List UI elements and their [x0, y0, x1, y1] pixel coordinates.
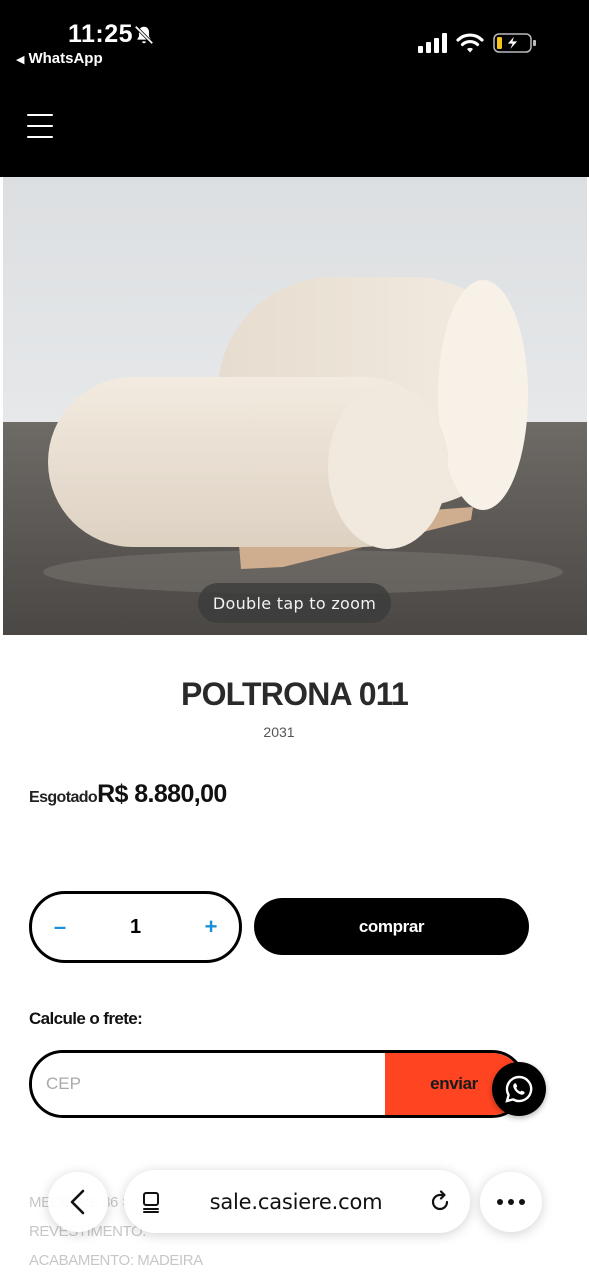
- product-sku: 2031: [263, 724, 295, 740]
- product-price: R$ 8.880,00: [97, 780, 227, 808]
- increment-button[interactable]: +: [203, 914, 219, 940]
- tabs-icon[interactable]: [140, 1190, 164, 1214]
- reload-icon[interactable]: [428, 1189, 452, 1214]
- address-bar[interactable]: sale.casiere.com: [124, 1170, 470, 1233]
- product-title: POLTRONA 011: [181, 676, 409, 712]
- whatsapp-button[interactable]: [492, 1062, 546, 1116]
- spec-finish: ACABAMENTO: MADEIRA: [29, 1252, 203, 1269]
- back-app-label: WhatsApp: [28, 50, 103, 67]
- cep-input[interactable]: [32, 1053, 385, 1115]
- armchair-photo: [3, 177, 587, 635]
- bell-slash-icon: [134, 25, 154, 45]
- sold-out-label: Esgotado: [29, 789, 98, 806]
- battery-charging-icon: [493, 33, 536, 53]
- top-bar: 11:25 ◀ WhatsApp: [0, 0, 589, 177]
- back-triangle-icon: ◀: [16, 54, 25, 66]
- url-text[interactable]: sale.casiere.com: [164, 1190, 428, 1214]
- buy-button[interactable]: comprar: [254, 898, 529, 955]
- zoom-hint: Double tap to zoom: [198, 583, 391, 623]
- more-options-button[interactable]: [480, 1172, 542, 1232]
- status-time: 11:25: [68, 20, 134, 48]
- browser-back-button[interactable]: [48, 1172, 108, 1232]
- wifi-icon: [456, 33, 484, 53]
- back-chevron-icon: [70, 1189, 85, 1215]
- signal-icon: [418, 33, 447, 53]
- quantity-value[interactable]: 1: [130, 916, 141, 939]
- menu-button[interactable]: [27, 114, 53, 138]
- hamburger-icon: [27, 114, 53, 116]
- more-icon: [497, 1199, 525, 1205]
- product-image[interactable]: [3, 177, 587, 635]
- cep-form: enviar: [29, 1050, 526, 1118]
- decrement-button[interactable]: –: [52, 914, 68, 940]
- whatsapp-icon: [505, 1075, 533, 1103]
- shipping-label: Calcule o frete:: [29, 1009, 143, 1028]
- back-to-app-link[interactable]: ◀ WhatsApp: [16, 50, 103, 67]
- quantity-stepper: – 1 +: [29, 891, 242, 963]
- price-row: Esgotado R$ 8.880,00: [29, 780, 227, 809]
